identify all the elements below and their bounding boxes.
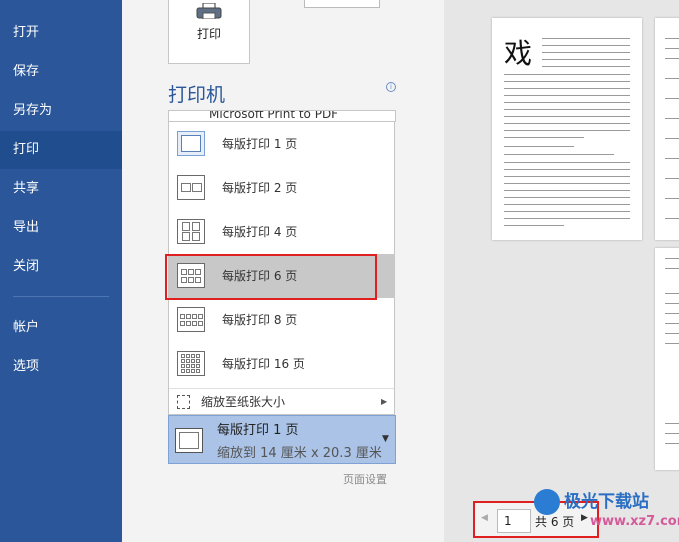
printer-select-value: Microsoft Print to PDF	[209, 110, 339, 121]
scale-to-paper-icon	[177, 395, 190, 409]
layout-2-icon	[177, 175, 205, 200]
layout-1-icon	[177, 131, 205, 156]
watermark-brand: 极光下载站	[564, 492, 649, 512]
layout-4-icon	[177, 219, 205, 244]
highlight-annotation-box	[165, 254, 377, 300]
nav-account[interactable]: 帐户	[0, 309, 122, 347]
pages-per-sheet-select[interactable]: 每版打印 1 页 缩放到 14 厘米 x 20.3 厘米 ▼	[168, 415, 396, 464]
option-label: 每版打印 2 页	[222, 181, 298, 195]
fit-to-paper-option[interactable]: 缩放至纸张大小 ▶	[169, 388, 394, 414]
chevron-right-icon: ▶	[381, 397, 388, 406]
nav-options[interactable]: 选项	[0, 348, 122, 386]
printer-heading: 打印机	[168, 84, 226, 106]
nav-share[interactable]: 共享	[0, 170, 122, 208]
preview-page-2	[655, 18, 679, 240]
option-1-page[interactable]: 每版打印 1 页	[169, 122, 394, 166]
preview-page-4	[655, 248, 679, 470]
prev-page-icon[interactable]: ◀	[481, 513, 488, 523]
pages-per-sheet-size: 缩放到 14 厘米 x 20.3 厘米	[217, 446, 382, 461]
nav-print[interactable]: 打印	[0, 131, 122, 169]
option-16-pages[interactable]: 每版打印 16 页	[169, 342, 394, 386]
watermark-logo-icon	[534, 489, 560, 515]
current-page-input[interactable]: 1	[497, 509, 531, 533]
fit-to-paper-label: 缩放至纸张大小	[201, 395, 286, 409]
chevron-down-icon: ▼	[382, 434, 389, 444]
copies-input[interactable]	[304, 0, 380, 8]
layout-8-icon	[177, 307, 205, 332]
nav-export[interactable]: 导出	[0, 209, 122, 247]
info-icon[interactable]: i	[386, 82, 396, 92]
option-label: 每版打印 8 页	[222, 313, 298, 327]
site-watermark: 极光下载站 www.xz7.com	[534, 487, 679, 537]
option-label: 每版打印 16 页	[222, 357, 305, 371]
nav-open[interactable]: 打开	[0, 14, 122, 52]
pages-per-sheet-value: 每版打印 1 页	[217, 423, 299, 438]
preview-page-1: 戏	[492, 18, 642, 240]
option-2-pages[interactable]: 每版打印 2 页	[169, 166, 394, 210]
preview-big-char: 戏	[504, 37, 533, 70]
printer-icon	[196, 3, 222, 19]
nav-save-as[interactable]: 另存为	[0, 92, 122, 130]
print-button[interactable]: 打印	[168, 0, 250, 64]
nav-save[interactable]: 保存	[0, 53, 122, 91]
print-preview: 戏	[444, 0, 679, 542]
backstage-sidebar: 打开 保存 另存为 打印 共享 导出 关闭 帐户 选项	[0, 0, 122, 542]
print-button-label: 打印	[196, 27, 221, 41]
layout-16-icon	[177, 351, 205, 376]
option-label: 每版打印 4 页	[222, 225, 298, 239]
nav-close[interactable]: 关闭	[0, 248, 122, 286]
option-label: 每版打印 1 页	[222, 137, 298, 151]
watermark-url: www.xz7.com	[590, 514, 679, 529]
option-4-pages[interactable]: 每版打印 4 页	[169, 210, 394, 254]
page-setup-link[interactable]: 页面设置	[343, 471, 387, 487]
nav-divider	[13, 296, 109, 297]
option-8-pages[interactable]: 每版打印 8 页	[169, 298, 394, 342]
layout-1-icon	[175, 428, 203, 453]
